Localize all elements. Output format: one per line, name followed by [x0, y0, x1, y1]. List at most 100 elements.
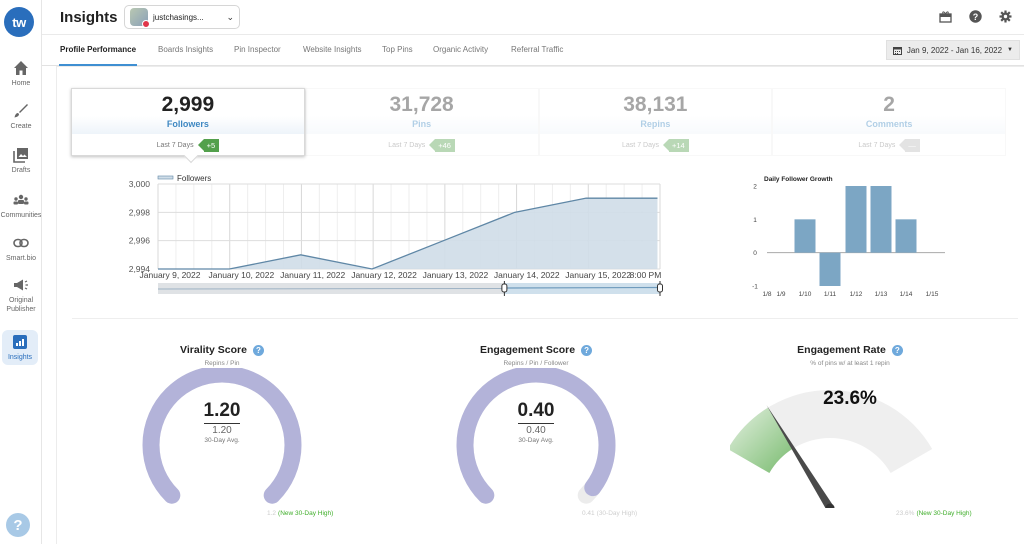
stat-card-repins[interactable]: 38,131 Repins Last 7 Days +14	[538, 88, 773, 156]
gauge-high-note: 1.2 (New 30-Day High)	[267, 510, 333, 517]
tab-boards-insights[interactable]: Boards Insights	[158, 45, 213, 54]
x-tick-label: January 9, 2022	[140, 270, 201, 280]
help-icon[interactable]: ?	[581, 344, 593, 356]
x-tick-label: 1/8	[762, 291, 771, 298]
stat-label: Pins	[412, 119, 432, 129]
gauge-average: 0.40	[526, 425, 546, 436]
sidebar-item-home[interactable]: Home	[0, 60, 42, 88]
stat-period: Last 7 Days	[388, 141, 426, 149]
navigator-series-line	[504, 286, 661, 289]
engagement-rate-gauge: Engagement Rate? % of pins w/ at least 1…	[730, 340, 972, 530]
y-tick-label: 2	[753, 184, 757, 191]
y-tick-label: 0	[753, 250, 757, 257]
y-tick-label: 2,998	[129, 207, 151, 217]
stat-delta: +14	[663, 138, 689, 152]
engagement-score-gauge: Engagement Score? Repins / Pin / Followe…	[416, 340, 656, 530]
sidebar-item-label: Drafts	[11, 167, 31, 174]
drafts-icon	[13, 148, 28, 163]
x-tick-label: January 12, 2022	[351, 270, 417, 280]
x-tick-label: January 10, 2022	[209, 270, 275, 280]
date-range-picker[interactable]: Jan 9, 2022 - Jan 16, 2022 ▼	[885, 40, 1020, 60]
gauge-subtitle: Repins / Pin	[204, 360, 240, 367]
stat-value: 38,131	[623, 93, 688, 116]
sidebar-item-label: Original Publisher	[6, 297, 36, 313]
gauge-average-label: 30-Day Avg.	[204, 437, 240, 444]
y-tick-label: 3,000	[129, 179, 151, 189]
app-root: tw Home Create Drafts Communities Smart.…	[0, 0, 1024, 544]
stat-card-comments[interactable]: 2 Comments Last 7 Days —	[772, 88, 1006, 156]
tab-website-insights[interactable]: Website Insights	[303, 45, 362, 54]
gauge-value-underline	[518, 423, 554, 424]
gauge-value-underline	[204, 423, 240, 424]
y-tick-label: -1	[752, 284, 758, 291]
gauge-average: 1.20	[212, 425, 232, 436]
help-icon[interactable]: ?	[969, 10, 982, 23]
svg-text:?: ?	[973, 12, 979, 22]
x-tick-label: January 13, 2022	[423, 270, 489, 280]
top-bar: Insights justchasings... ⌄ ?	[42, 0, 1024, 35]
stats-row: 2,999 Followers Last 7 Days +5 31,728 Pins …	[71, 88, 1006, 164]
account-selector[interactable]: justchasings... ⌄	[124, 5, 240, 29]
sidebar-item-smartbio[interactable]: Smart.bio	[0, 235, 42, 263]
chevron-down-icon: ⌄	[226, 11, 234, 22]
sidebar-item-original-publisher[interactable]: Original Publisher	[0, 277, 42, 314]
navigator-handle[interactable]	[501, 283, 508, 293]
stat-card-followers[interactable]: 2,999 Followers Last 7 Days +5	[71, 88, 305, 164]
gauge-subtitle: Repins / Pin / Follower	[503, 360, 569, 367]
sidebar-item-label: Create	[10, 123, 32, 130]
logo[interactable]: tw	[4, 7, 34, 37]
megaphone-icon	[14, 279, 28, 291]
tab-pin-inspector[interactable]: Pin Inspector	[234, 45, 281, 54]
header-icons: ?	[939, 10, 1012, 23]
bar	[895, 219, 917, 253]
bar	[794, 219, 816, 253]
x-tick-label: 1/15	[926, 291, 939, 298]
gauge-high-value: 1.2	[267, 510, 277, 517]
sidebar: tw Home Create Drafts Communities Smart.…	[0, 0, 42, 544]
sidebar-item-insights[interactable]: Insights	[2, 330, 38, 365]
daily-follower-growth-chart: Daily Follower Growth -1 0 1 2 1/8 1/9 1/10 1/11…	[752, 176, 945, 298]
tab-top-pins[interactable]: Top Pins	[382, 45, 413, 54]
x-tick-label: January 14, 2022	[494, 270, 560, 280]
navigator-handle[interactable]	[657, 283, 663, 293]
sidebar-item-create[interactable]: Create	[0, 103, 42, 131]
gauge-title: Engagement Score	[479, 344, 576, 356]
gauge-high-value: 0.41	[582, 510, 595, 517]
help-button[interactable]: ?	[6, 513, 30, 537]
stat-period: Last 7 Days	[858, 141, 896, 149]
link-icon	[13, 238, 29, 248]
calendar-icon	[892, 46, 902, 55]
help-icon[interactable]: ?	[891, 344, 903, 356]
bar	[870, 186, 892, 253]
x-tick-label: 8:00 PM	[630, 270, 662, 280]
stat-card-pins[interactable]: 31,728 Pins Last 7 Days +46	[304, 88, 539, 156]
x-tick-label: 1/11	[824, 291, 837, 298]
x-tick-label: 1/12	[850, 291, 863, 298]
gift-icon[interactable]	[939, 10, 952, 23]
tab-organic-activity[interactable]: Organic Activity	[433, 45, 488, 54]
gauge-high-value: 23.6%	[896, 510, 915, 517]
gauge-high-note: 23.6% (New 30-Day High)	[896, 510, 972, 517]
sidebar-item-label: Smart.bio	[6, 255, 36, 262]
account-name: justchasings...	[153, 12, 204, 22]
x-tick-label: 1/14	[900, 291, 913, 298]
gear-icon[interactable]	[999, 10, 1012, 23]
sidebar-item-communities[interactable]: Communities	[0, 192, 42, 220]
section-divider	[72, 318, 1018, 319]
stat-value: 2,999	[161, 93, 215, 116]
pinterest-badge-icon	[142, 20, 150, 28]
gauge-subtitle: % of pins w/ at least 1 repin	[810, 360, 890, 367]
caret-down-icon: ▼	[1007, 47, 1013, 53]
gauge-average-label: 30-Day Avg.	[518, 437, 554, 444]
gauge-title: Virality Score	[180, 344, 247, 356]
gauge-title: Engagement Rate	[797, 344, 886, 356]
help-icon[interactable]: ?	[252, 344, 264, 356]
home-icon	[14, 61, 28, 75]
gauge-high-label: (New 30-Day High)	[278, 510, 334, 517]
gauge-high-label: (New 30-Day High)	[916, 510, 972, 517]
sidebar-item-label: Communities	[0, 212, 42, 219]
followers-area-chart: 2,9942,9962,9983,000January 9, 2022 Janua…	[129, 174, 663, 296]
tab-referral-traffic[interactable]: Referral Traffic	[511, 45, 563, 54]
sidebar-item-drafts[interactable]: Drafts	[0, 147, 42, 175]
tab-profile-performance[interactable]: Profile Performance	[58, 45, 138, 66]
